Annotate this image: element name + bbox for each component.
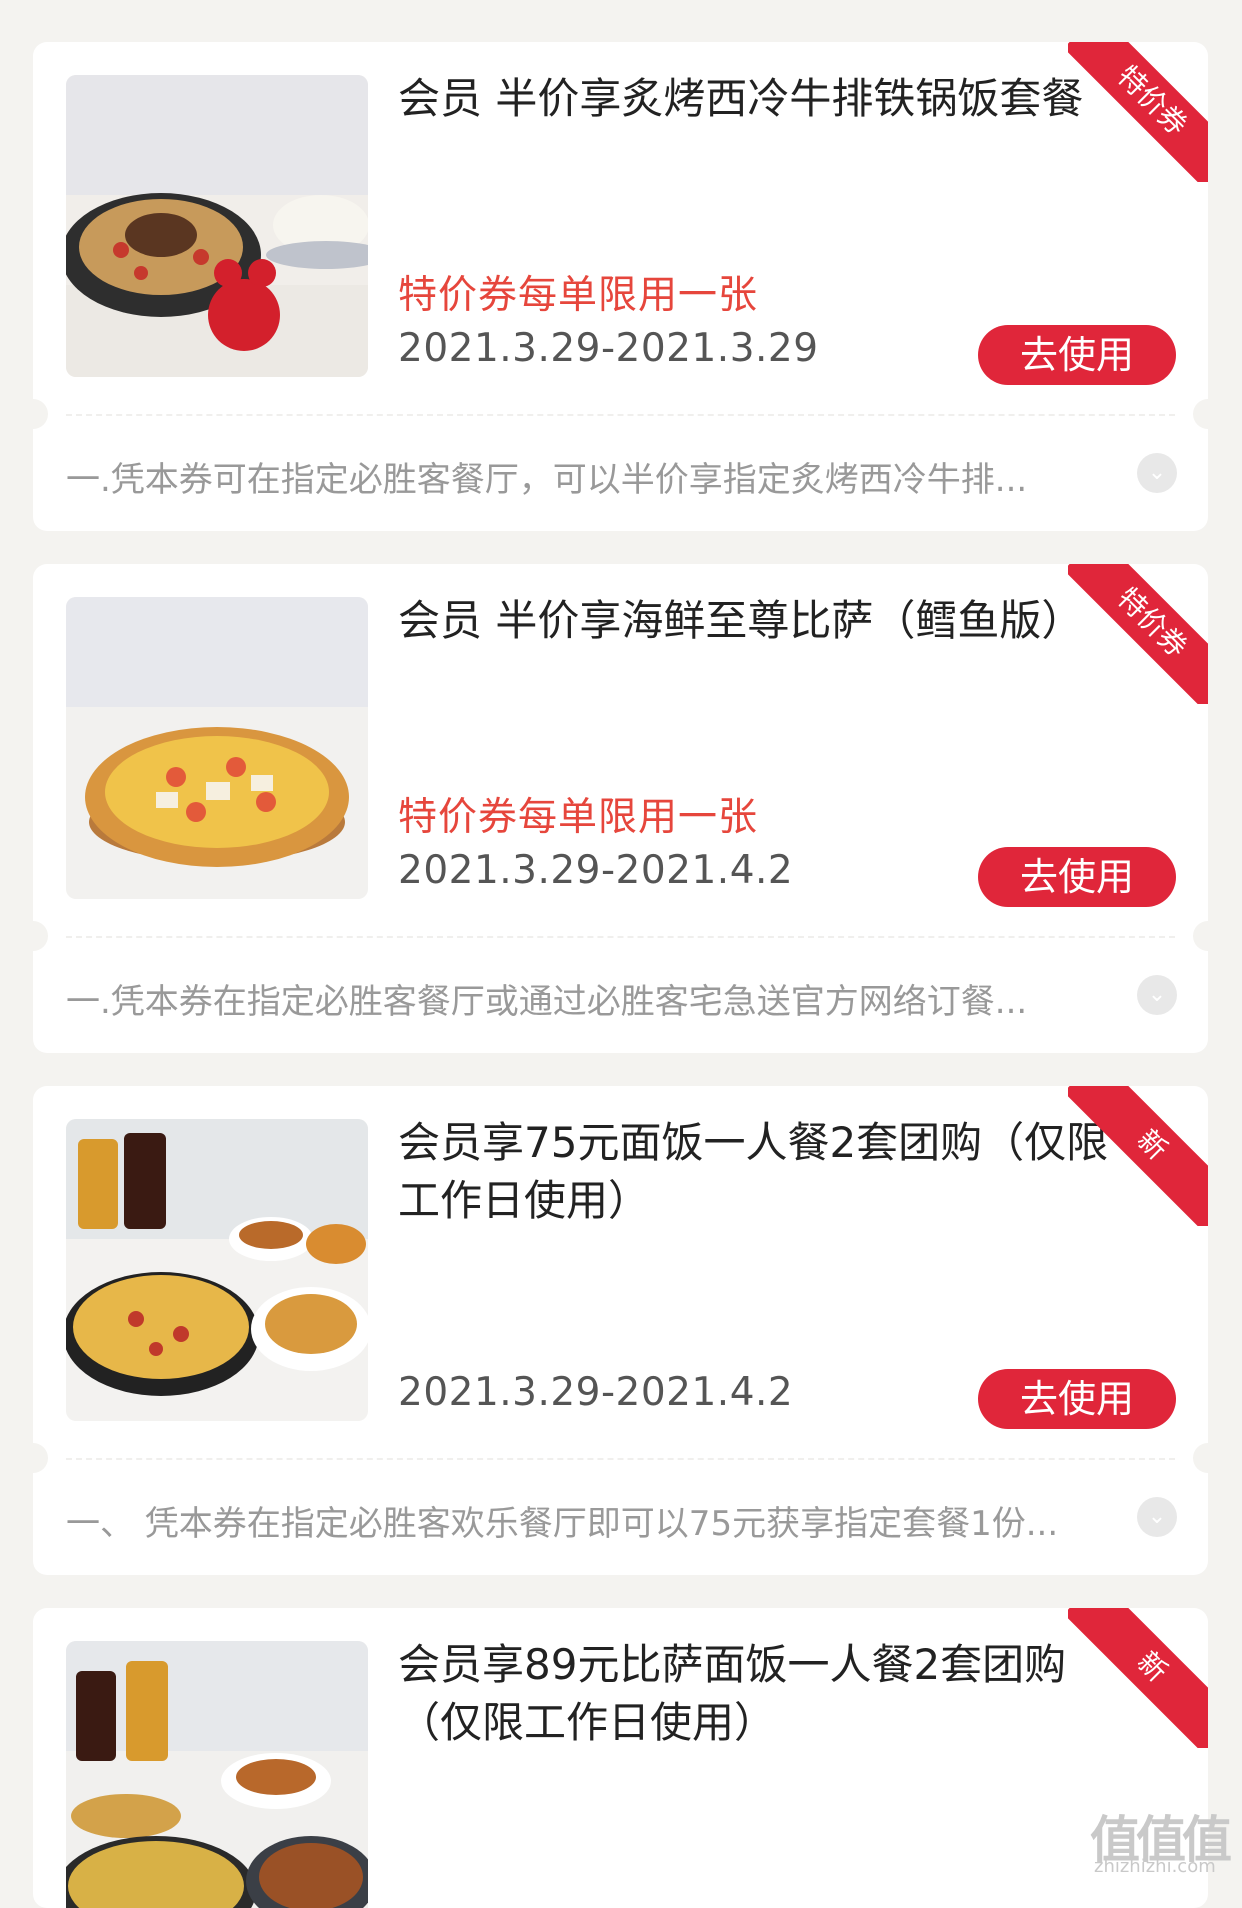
chevron-down-icon[interactable]: ⌄	[1137, 975, 1177, 1015]
coupon-card[interactable]: 会员享75元面饭一人餐2套团购（仅限工作日使用） 2021.3.29-2021.…	[33, 1086, 1208, 1575]
tag-ribbon: 特价券	[1068, 564, 1208, 704]
tag-ribbon: 特价券	[1068, 42, 1208, 182]
coupon-title: 会员享89元比萨面饭一人餐2套团购（仅限工作日使用）	[398, 1640, 1067, 1747]
card-notch	[33, 399, 48, 429]
use-coupon-button[interactable]: 去使用	[978, 325, 1176, 385]
coupon-validity-date: 2021.3.29-2021.3.29	[398, 326, 819, 371]
chevron-down-icon[interactable]: ⌄	[1137, 1497, 1177, 1537]
tag-ribbon-label: 特价券	[1068, 564, 1208, 704]
coupon-image	[66, 1119, 368, 1421]
coupon-image	[66, 597, 368, 899]
dashed-divider	[66, 936, 1175, 938]
dashed-divider	[66, 414, 1175, 416]
coupon-title: 会员享75元面饭一人餐2套团购（仅限工作日使用）	[398, 1118, 1109, 1225]
coupon-image	[66, 1641, 368, 1908]
coupon-description: 一、 凭本券在指定必胜客欢乐餐厅即可以75元获享指定套餐1份...	[66, 1504, 1059, 1544]
card-notch	[1193, 399, 1208, 429]
tag-ribbon: 新	[1068, 1608, 1208, 1748]
coupon-title: 会员 半价享炙烤西冷牛排铁锅饭套餐	[398, 74, 1084, 123]
card-notch	[1193, 1443, 1208, 1473]
coupon-limit-note: 特价券每单限用一张	[398, 795, 759, 840]
chevron-down-icon[interactable]: ⌄	[1137, 453, 1177, 493]
coupon-card[interactable]: 会员 半价享炙烤西冷牛排铁锅饭套餐 特价券每单限用一张 2021.3.29-20…	[33, 42, 1208, 531]
tag-ribbon: 新	[1068, 1086, 1208, 1226]
tag-ribbon-label: 新	[1068, 1086, 1208, 1226]
site-watermark-url: zhizhizhi.com	[1094, 1856, 1216, 1877]
card-notch	[33, 921, 48, 951]
coupon-validity-date: 2021.3.29-2021.4.2	[398, 1370, 794, 1415]
coupon-card[interactable]: 会员享89元比萨面饭一人餐2套团购（仅限工作日使用） 新	[33, 1608, 1208, 1908]
coupon-description: 一.凭本券在指定必胜客餐厅或通过必胜客宅急送官方网络订餐...	[66, 982, 1028, 1022]
coupon-limit-note: 特价券每单限用一张	[398, 273, 759, 318]
coupon-description: 一.凭本券可在指定必胜客餐厅，可以半价享指定炙烤西冷牛排...	[66, 460, 1028, 500]
tag-ribbon-label: 新	[1068, 1608, 1208, 1748]
card-notch	[33, 1443, 48, 1473]
use-coupon-button[interactable]: 去使用	[978, 847, 1176, 907]
use-coupon-button[interactable]: 去使用	[978, 1369, 1176, 1429]
tag-ribbon-label: 特价券	[1068, 42, 1208, 182]
coupon-image	[66, 75, 368, 377]
coupon-card[interactable]: 会员 半价享海鲜至尊比萨（鳕鱼版） 特价券每单限用一张 2021.3.29-20…	[33, 564, 1208, 1053]
coupon-title: 会员 半价享海鲜至尊比萨（鳕鱼版）	[398, 596, 1084, 645]
card-notch	[1193, 921, 1208, 951]
coupon-validity-date: 2021.3.29-2021.4.2	[398, 848, 794, 893]
dashed-divider	[66, 1458, 1175, 1460]
